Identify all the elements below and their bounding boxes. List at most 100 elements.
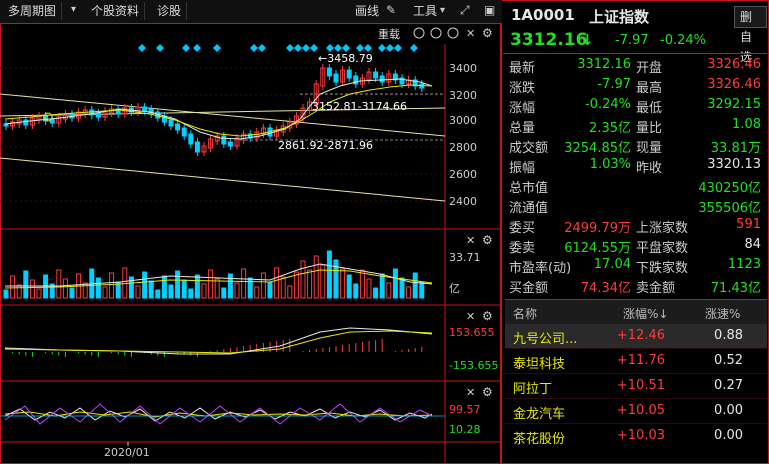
volume-bar [241,268,247,299]
quote-label: 开盘 [636,61,663,76]
y-tick: 3200 [449,89,477,102]
quote-value: 1123 [727,257,761,272]
ranking-row[interactable]: 阿拉丁 +10.51 0.27 [505,373,767,398]
fullscreen-icon[interactable]: ⤢ [460,3,470,18]
dropdown-arrow-icon[interactable]: ▾ [440,5,445,16]
volume-bar [353,283,359,299]
volume-bar [267,281,273,299]
settings-gear-icon[interactable]: ⚙ [482,233,493,247]
ranking-row[interactable]: 金龙汽车 +10.05 0.00 [505,398,767,423]
volume-bar [340,268,346,299]
stock-name: 九号公司... [513,332,578,347]
volume-bar [386,282,392,299]
quote-value: 1.08 [732,117,761,132]
quote-value: 3292.15 [707,97,761,112]
kdj-top: 99.57 [449,403,481,416]
tools-button[interactable]: 工具 [408,2,442,20]
volume-bar [142,271,148,299]
stock-name: 泰坦科技 [513,357,566,372]
volume-bar [56,269,62,299]
change-pct: +10.05 [616,403,665,418]
y-tick: 3000 [449,114,477,127]
quote-row: 成交额 3254.85亿 现量 33.81万 [503,135,767,156]
remove-favorite-button[interactable]: 删自选 [734,6,767,64]
x-axis-date: 2020/01 [104,446,150,459]
y-tick: 2400 [449,195,477,208]
volume-bar [168,284,174,299]
quote-label: 市盈率(动) [509,261,572,276]
refresh-icon [413,27,425,39]
draw-line-button[interactable]: 画线 [350,2,384,20]
change-speed: 0.27 [714,378,743,393]
dropdown-arrow-icon[interactable]: ▾ [71,4,76,15]
ranking-row[interactable]: 九号公司... +12.46 0.88 [505,324,767,348]
quote-label: 涨跌 [509,81,536,96]
change-speed: 0.00 [714,403,743,418]
stock-name: 阿拉丁 [513,382,553,397]
quote-row: 委卖 6124.55万 平盘家数 84 [503,235,767,256]
settings-gear-icon[interactable]: ⚙ [482,385,493,399]
change-speed: 0.88 [714,328,743,343]
quote-row: 委买 2499.79万 上涨家数 591 [503,215,767,236]
quote-label: 流通值 [509,201,549,216]
main-pane-controls[interactable]: ✕ ⚙ [413,26,493,40]
volume-bar [10,275,16,299]
volume-bar [300,260,306,299]
volume-bar [366,278,372,299]
price-change-pct: -0.24% [660,33,706,48]
volume-bar [155,289,161,299]
candle-body [346,69,352,79]
ranking-row[interactable]: 泰坦科技 +11.76 0.52 [505,348,767,373]
volume-bar [16,284,22,299]
header-speed[interactable]: 涨速% [705,305,740,322]
quote-value: 2.35亿 [589,121,631,136]
change-pct: +10.03 [616,428,665,443]
candle-body [379,75,385,83]
quote-value: -7.97 [597,77,631,92]
volume-bar [419,281,425,299]
pencil-icon[interactable]: ✎ [386,3,396,17]
close-icon[interactable]: ✕ [466,386,475,399]
quote-label: 上涨家数 [636,221,689,236]
quote-row: 最新 3312.16 开盘 3326.46 [503,55,767,76]
chart-toolbar: 多周期图 ▾ 个股资料 诊股 画线 ✎ 工具 ▾ ⤢ ▣ [0,0,502,24]
zoom-out-icon [447,27,459,39]
quote-row: 涨跌 -7.97 最高 3326.46 [503,75,767,96]
header-name[interactable]: 名称 [513,305,537,322]
volume-bar [227,273,233,299]
period-button[interactable]: 多周期图 [3,2,63,20]
quote-label: 最低 [636,101,663,116]
close-icon: ✕ [466,27,475,40]
kline-chart-area[interactable]: 重载 ✕ ⚙ 3400 3200 3000 2800 2600 2400 ←34… [0,24,500,464]
close-icon[interactable]: ✕ [466,310,475,323]
price-change: -7.97 [615,33,649,48]
candle-body [23,119,29,126]
quote-row: 涨幅 -0.24% 最低 3292.15 [503,95,767,116]
y-tick: 3400 [449,62,477,75]
window-icon[interactable]: ▣ [484,3,495,17]
header-change-pct[interactable]: 涨幅%↓ [623,305,668,322]
settings-gear-icon[interactable]: ⚙ [482,309,493,323]
range-label: 2861.92-2871.96 [278,139,373,152]
macd-signal-line [4,330,433,354]
divider [503,53,767,54]
volume-bar [392,268,398,299]
quote-row: 市盈率(动) 17.04 下跌家数 1123 [503,255,767,276]
ranking-row[interactable]: 茶花股份 +10.03 0.00 [505,423,767,448]
diagnose-button[interactable]: 诊股 [152,2,188,20]
quote-row: 振幅 1.03% 昨收 3320.13 [503,155,767,176]
volume-bar [122,267,128,299]
reload-label[interactable]: 重载 [378,27,400,41]
stock-info-button[interactable]: 个股资料 [86,2,146,20]
macd-top: 153.655 [449,326,495,339]
candle-body [221,135,227,145]
volume-bar [247,277,253,299]
quote-label: 下跌家数 [636,261,689,276]
volume-bar [333,259,339,299]
volume-bar [254,286,260,299]
close-icon[interactable]: ✕ [466,234,475,247]
volume-bar [359,269,365,299]
quote-label: 卖金额 [636,281,676,296]
quote-value: 430250亿 [698,181,761,196]
volume-bar [175,270,181,299]
